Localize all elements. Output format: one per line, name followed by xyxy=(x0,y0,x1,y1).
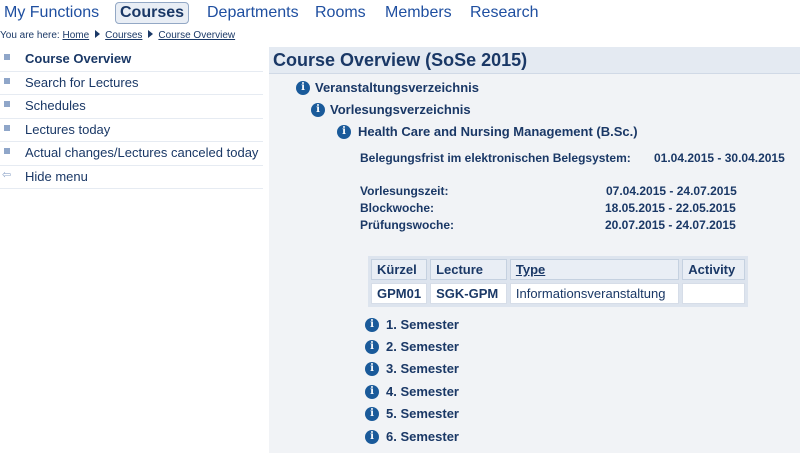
table-cell-type: Informationsveranstaltung xyxy=(509,283,680,304)
semester-item-1[interactable]: 1. Semester xyxy=(386,317,459,332)
tree-item-health-care[interactable]: Health Care and Nursing Management (B.Sc… xyxy=(358,124,638,139)
nav-departments[interactable]: Departments xyxy=(207,3,299,23)
sidebar-item-label: Hide menu xyxy=(25,168,88,184)
sidebar-item-label: Actual changes/Lectures canceled today xyxy=(25,145,259,160)
info-icon[interactable]: i xyxy=(365,362,379,376)
info-icon[interactable]: i xyxy=(365,430,379,444)
table-row: GPM01 SGK-GPM Informationsveranstaltung xyxy=(371,283,745,304)
blockwoche-label: Blockwoche: xyxy=(360,201,435,215)
nav-rooms[interactable]: Rooms xyxy=(315,3,366,23)
nav-research[interactable]: Research xyxy=(470,3,538,23)
info-icon[interactable]: i xyxy=(365,340,379,354)
bullet-icon xyxy=(4,101,10,107)
breadcrumb-home[interactable]: Home xyxy=(62,30,89,41)
sidebar: Course Overview Search for Lectures Sche… xyxy=(0,48,263,189)
info-icon[interactable]: i xyxy=(296,81,310,95)
top-navigation: My Functions Courses Departments Rooms M… xyxy=(0,0,800,28)
pruefungswoche-label: Prüfungswoche: xyxy=(360,218,455,232)
belegungsfrist-value: 01.04.2015 - 30.04.2015 xyxy=(654,151,785,165)
sidebar-item-label: Lectures today xyxy=(25,121,111,137)
table-header-row: Kürzel Lecture Type Activity xyxy=(371,259,745,280)
sidebar-item-label: Search for Lectures xyxy=(25,74,139,90)
sidebar-item-label: Schedules xyxy=(25,98,86,113)
column-header-kuerzel: Kürzel xyxy=(371,259,428,280)
nav-courses[interactable]: Courses xyxy=(115,2,190,24)
nav-my-functions[interactable]: My Functions xyxy=(4,3,99,23)
semester-item-5[interactable]: 5. Semester xyxy=(386,406,459,421)
info-icon[interactable]: i xyxy=(365,385,379,399)
sidebar-item-schedules[interactable]: Schedules xyxy=(0,95,263,119)
sidebar-item-label: Course Overview xyxy=(25,51,132,66)
main-content: Course Overview (SoSe 2015) i Veranstalt… xyxy=(269,47,800,453)
arrow-left-icon: ⇦ xyxy=(2,168,12,181)
pruefungswoche-value: 20.07.2015 - 24.07.2015 xyxy=(605,218,736,232)
breadcrumb-course-overview[interactable]: Course Overview xyxy=(158,30,235,41)
vorlesungszeit-value: 07.04.2015 - 24.07.2015 xyxy=(606,184,737,198)
info-icon[interactable]: i xyxy=(337,125,351,139)
nav-members[interactable]: Members xyxy=(385,3,452,23)
bullet-icon xyxy=(4,124,10,131)
sidebar-item-course-overview[interactable]: Course Overview xyxy=(0,48,263,72)
course-table: Kürzel Lecture Type Activity GPM01 SGK-G… xyxy=(368,256,748,307)
tree-item-vorlesungsverzeichnis[interactable]: Vorlesungsverzeichnis xyxy=(330,102,471,117)
tree-item-veranstaltungsverzeichnis[interactable]: Veranstaltungsverzeichnis xyxy=(315,80,479,95)
column-header-type[interactable]: Type xyxy=(509,259,680,280)
bullet-icon xyxy=(4,54,10,60)
semester-item-6[interactable]: 6. Semester xyxy=(386,429,459,444)
breadcrumb-prefix: You are here: xyxy=(0,30,60,41)
semester-item-3[interactable]: 3. Semester xyxy=(386,361,459,376)
breadcrumb: You are here: Home Courses Course Overview xyxy=(0,30,235,41)
vorlesungszeit-label: Vorlesungszeit: xyxy=(360,184,449,198)
table-cell-activity xyxy=(682,283,745,304)
table-cell-lecture[interactable]: SGK-GPM xyxy=(430,283,507,304)
info-icon[interactable]: i xyxy=(365,318,379,332)
belegungsfrist-label: Belegungsfrist im elektronischen Belegsy… xyxy=(360,151,631,165)
info-icon[interactable]: i xyxy=(365,407,379,421)
column-header-activity: Activity xyxy=(682,259,745,280)
sidebar-item-lectures-today[interactable]: Lectures today xyxy=(0,119,263,142)
bullet-icon xyxy=(4,77,10,84)
blockwoche-value: 18.05.2015 - 22.05.2015 xyxy=(605,201,736,215)
sidebar-item-actual-changes[interactable]: Actual changes/Lectures canceled today xyxy=(0,142,263,166)
breadcrumb-courses[interactable]: Courses xyxy=(105,30,142,41)
info-icon[interactable]: i xyxy=(311,103,325,117)
page-title: Course Overview (SoSe 2015) xyxy=(269,47,800,74)
sidebar-item-search-for-lectures[interactable]: Search for Lectures xyxy=(0,72,263,95)
table-cell-kuerzel: GPM01 xyxy=(371,283,428,304)
semester-item-2[interactable]: 2. Semester xyxy=(386,339,459,354)
breadcrumb-separator-icon xyxy=(148,30,154,38)
sidebar-item-hide-menu[interactable]: ⇦ Hide menu xyxy=(0,166,263,189)
bullet-icon xyxy=(4,148,10,154)
column-header-lecture: Lecture xyxy=(430,259,507,280)
breadcrumb-separator-icon xyxy=(95,30,101,38)
semester-item-4[interactable]: 4. Semester xyxy=(386,384,459,399)
